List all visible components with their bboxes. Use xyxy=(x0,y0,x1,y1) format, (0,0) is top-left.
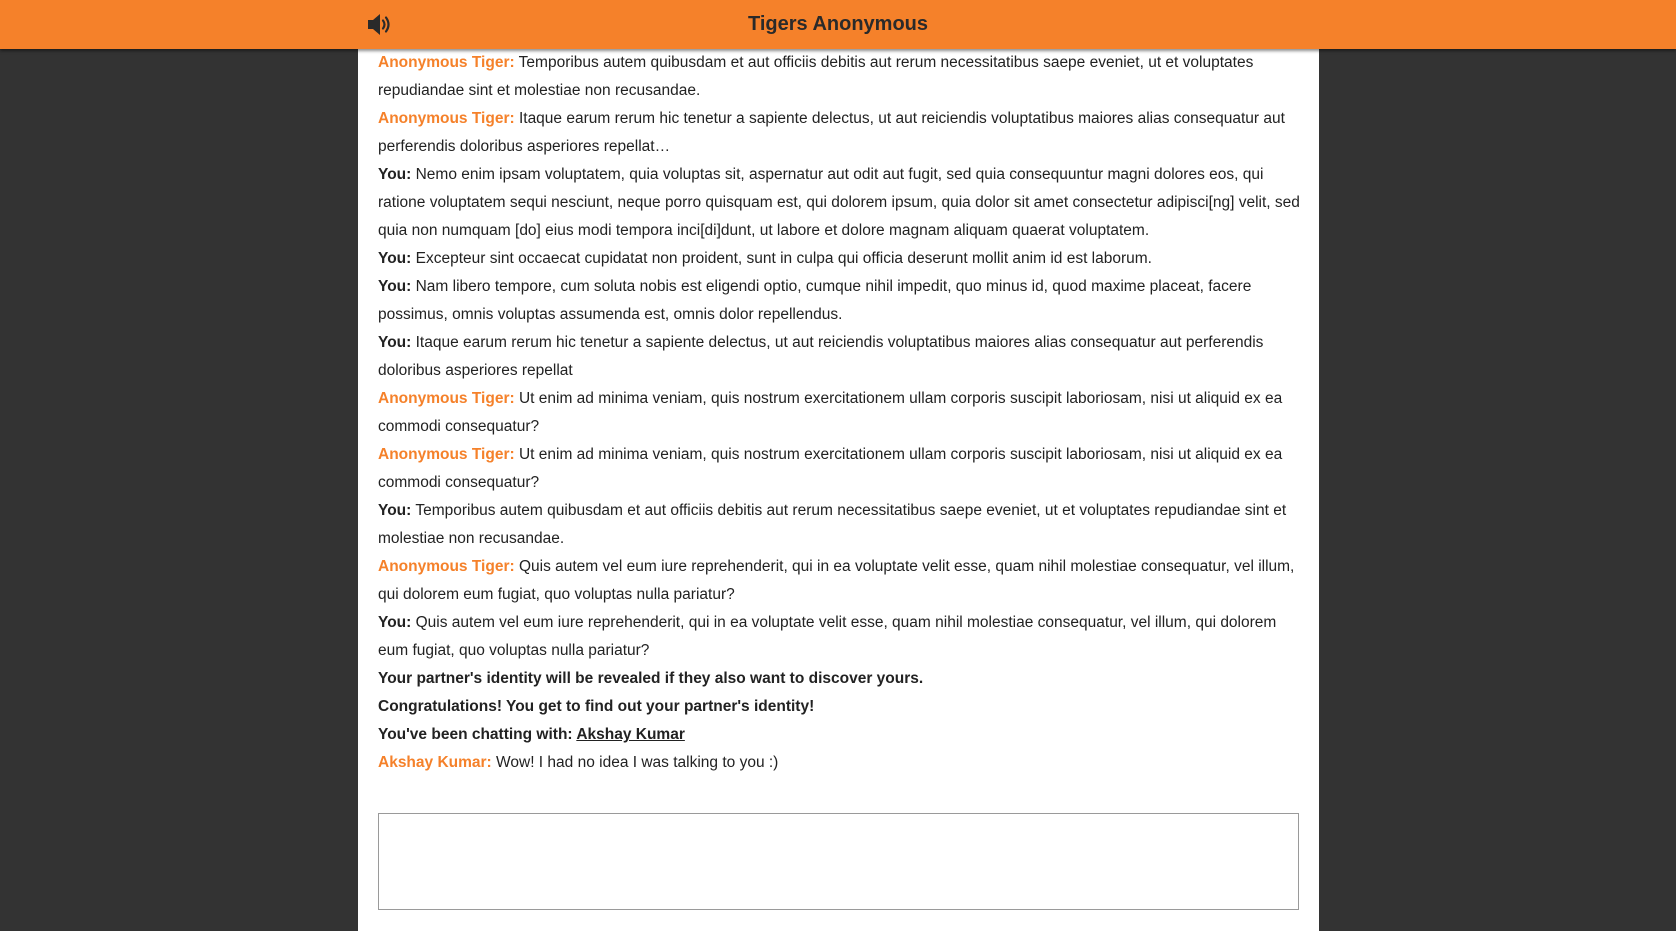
speaker-volume-icon xyxy=(368,14,390,35)
chat-log: Anonymous Tiger: Temporibus autem quibus… xyxy=(378,49,1303,777)
chatting-with-notice: You've been chatting with: Akshay Kumar xyxy=(378,721,1303,749)
message-sender: Anonymous Tiger: xyxy=(378,54,515,71)
message-sender: You: xyxy=(378,334,412,351)
message-sender: You: xyxy=(378,278,412,295)
message-text: Wow! I had no idea I was talking to you … xyxy=(496,754,779,771)
message-text: Excepteur sint occaecat cupidatat non pr… xyxy=(415,250,1152,267)
message-sender: Anonymous Tiger: xyxy=(378,390,515,407)
chat-message: You: Nam libero tempore, cum soluta nobi… xyxy=(378,273,1303,329)
message-sender: You: xyxy=(378,614,412,631)
message-sender: You: xyxy=(378,250,412,267)
chat-message: You: Excepteur sint occaecat cupidatat n… xyxy=(378,245,1303,273)
congratulations-notice: Congratulations! You get to find out you… xyxy=(378,698,815,715)
message-text: Quis autem vel eum iure reprehenderit, q… xyxy=(378,558,1295,603)
message-sender: Anonymous Tiger: xyxy=(378,110,515,127)
message-sender: You: xyxy=(378,502,412,519)
chat-message: Anonymous Tiger: Itaque earum rerum hic … xyxy=(378,105,1303,161)
message-text: Temporibus autem quibusdam et aut offici… xyxy=(378,502,1287,547)
app-header: Tigers Anonymous xyxy=(0,0,1676,49)
message-input[interactable] xyxy=(378,813,1299,910)
app-title: Tigers Anonymous xyxy=(747,13,929,35)
chat-message: Akshay Kumar: Wow! I had no idea I was t… xyxy=(378,749,1303,777)
chat-message: You: Itaque earum rerum hic tenetur a sa… xyxy=(378,329,1303,385)
chatting-with-label: You've been chatting with: xyxy=(378,726,577,743)
message-sender: Anonymous Tiger: xyxy=(378,558,515,575)
chat-message: Anonymous Tiger: Temporibus autem quibus… xyxy=(378,49,1303,105)
chat-message: Anonymous Tiger: Ut enim ad minima venia… xyxy=(378,441,1303,497)
chat-panel: Anonymous Tiger: Temporibus autem quibus… xyxy=(358,49,1319,931)
message-sender: You: xyxy=(378,166,412,183)
chat-message: You: Quis autem vel eum iure reprehender… xyxy=(378,609,1303,665)
message-text: Nemo enim ipsam voluptatem, quia volupta… xyxy=(378,166,1300,239)
message-text: Quis autem vel eum iure reprehenderit, q… xyxy=(378,614,1277,659)
message-text: Itaque earum rerum hic tenetur a sapient… xyxy=(378,334,1264,379)
message-sender: Anonymous Tiger: xyxy=(378,446,515,463)
chat-message: Anonymous Tiger: Quis autem vel eum iure… xyxy=(378,553,1303,609)
partner-reveal-notice: Your partner's identity will be revealed… xyxy=(378,670,924,687)
sound-toggle-button[interactable] xyxy=(366,12,394,37)
chat-message: You: Nemo enim ipsam voluptatem, quia vo… xyxy=(378,161,1303,245)
partner-name-link[interactable]: Akshay Kumar xyxy=(576,726,685,743)
message-text: Nam libero tempore, cum soluta nobis est… xyxy=(378,278,1252,323)
chat-message: Anonymous Tiger: Ut enim ad minima venia… xyxy=(378,385,1303,441)
chat-message: You: Temporibus autem quibusdam et aut o… xyxy=(378,497,1303,553)
message-text: Itaque earum rerum hic tenetur a sapient… xyxy=(378,110,1285,155)
message-sender: Akshay Kumar: xyxy=(378,754,492,771)
